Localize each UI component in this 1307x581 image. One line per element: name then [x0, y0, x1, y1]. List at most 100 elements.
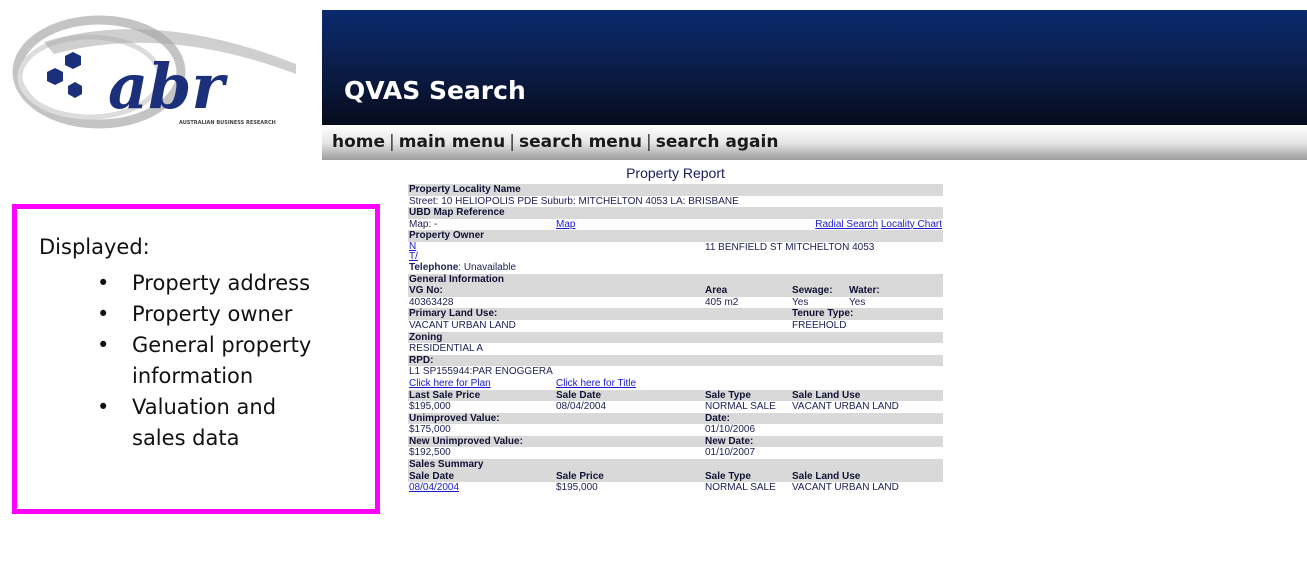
radial-search-link[interactable]: Radial Search: [815, 219, 878, 230]
summary-sale-land-use-value: VACANT URBAN LAND: [792, 482, 899, 494]
bullet-icon: •: [97, 333, 110, 357]
unimproved-date-value: 01/10/2006: [705, 424, 756, 436]
zoning-value: RESIDENTIAL A: [409, 343, 484, 355]
date-label: Date:: [704, 412, 943, 425]
unimproved-labels-row: Unimproved Value: Date:: [408, 412, 943, 425]
nav-main-menu-link[interactable]: main menu: [399, 132, 505, 152]
map-row: Map: - Map Radial Search Locality Chart: [408, 219, 943, 231]
zoning-row: RESIDENTIAL A: [408, 343, 943, 355]
callout-item-text: sales data: [132, 426, 240, 450]
nav-separator: |: [509, 132, 515, 152]
new-unimproved-label: New Unimproved Value:: [408, 435, 704, 448]
map-value: Map: -: [409, 218, 438, 230]
new-unimproved-value: $192,500: [409, 447, 451, 459]
sale-values-row: $195,000 08/04/2004 NORMAL SALE VACANT U…: [408, 401, 943, 413]
general-values-row: 40363428 405 m2 Yes Yes: [408, 297, 943, 309]
unimproved-values-row: $175,000 01/10/2006: [408, 424, 943, 436]
sewage-label: Sewage:: [791, 285, 848, 297]
sales-summary-header: Sales Summary: [408, 459, 943, 471]
rpd-row: L1 SP155944:PAR ENOGGERA: [408, 366, 943, 378]
unimproved-label: Unimproved Value:: [408, 412, 704, 425]
telephone-row: Telephone: Unavailable: [408, 262, 943, 274]
sale-date-label: Sale Date: [555, 389, 704, 402]
bullet-icon: •: [97, 395, 110, 419]
locality-row: Street: 10 HELIOPOLIS PDE Suburb: MITCHE…: [408, 196, 943, 208]
last-sale-price-label: Last Sale Price: [408, 389, 555, 402]
vg-no-label: VG No:: [408, 285, 704, 297]
nav-home-link[interactable]: home: [332, 132, 385, 152]
callout-item-continuation: information: [37, 361, 311, 392]
section-header: Sales Summary: [408, 459, 943, 471]
sale-land-use-label: Sale Land Use: [791, 389, 943, 402]
section-header: Property Owner: [408, 230, 943, 242]
owner-header: Property Owner: [408, 230, 943, 242]
annotation-callout: Displayed: • Property address • Property o…: [12, 204, 380, 514]
sale-type-value: NORMAL SALE: [705, 401, 776, 413]
owner-address: 11 BENFIELD ST MITCHELTON 4053: [705, 241, 875, 253]
owner-row: N T/ 11 BENFIELD ST MITCHELTON 4053: [408, 241, 943, 262]
title-link[interactable]: Click here for Title: [556, 378, 636, 389]
abr-logo: abr AUSTRALIAN BUSINESS RESEARCH: [12, 15, 296, 129]
callout-item-text: Valuation and: [132, 395, 277, 419]
page-title: QVAS Search: [344, 76, 526, 105]
nav-search-again-link[interactable]: search again: [656, 132, 779, 152]
logo-subtext: AUSTRALIAN BUSINESS RESEARCH: [179, 120, 276, 126]
area-value: 405 m2: [705, 296, 739, 308]
plan-link[interactable]: Click here for Plan: [409, 378, 491, 389]
last-sale-price-value: $195,000: [409, 401, 451, 413]
summary-sale-type-value: NORMAL SALE: [705, 482, 776, 494]
rpd-label: RPD:: [408, 354, 943, 367]
summary-sale-date-link[interactable]: 08/04/2004: [409, 482, 459, 493]
report-title: Property Report: [626, 165, 725, 181]
nav-bar: home | main menu | search menu | search again: [322, 125, 1307, 160]
new-unimproved-labels-row: New Unimproved Value: New Date:: [408, 435, 943, 448]
sale-land-use-value: VACANT URBAN LAND: [792, 401, 899, 413]
bullet-icon: •: [97, 302, 110, 326]
sale-labels-row: Last Sale Price Sale Date Sale Type Sale…: [408, 389, 943, 402]
unimproved-value: $175,000: [409, 424, 451, 436]
section-header: RPD:: [408, 354, 943, 367]
telephone-label: Telephone: [409, 261, 459, 273]
callout-item-text: General property: [132, 333, 312, 357]
locality-chart-link[interactable]: Locality Chart: [881, 219, 942, 230]
zoning-label: Zoning: [408, 331, 943, 344]
water-label: Water:: [848, 285, 943, 297]
new-unimproved-values-row: $192,500 01/10/2007: [408, 447, 943, 459]
callout-item-text: Property owner: [132, 302, 293, 326]
summary-sale-date-label: Sale Date: [408, 470, 555, 483]
nav-separator: |: [646, 132, 652, 152]
section-header: UBD Map Reference: [408, 207, 943, 219]
summary-sale-price-label: Sale Price: [555, 470, 704, 483]
callout-item: • Property address: [37, 268, 311, 299]
land-use-labels-row: Primary Land Use: Tenure Type:: [408, 308, 943, 320]
area-label: Area: [704, 285, 791, 297]
nav-search-menu-link[interactable]: search menu: [519, 132, 642, 152]
bullet-icon: •: [97, 271, 110, 295]
general-header: General Information: [408, 273, 943, 286]
locality-value: Street: 10 HELIOPOLIS PDE Suburb: MITCHE…: [409, 195, 739, 207]
map-link[interactable]: Map: [556, 219, 575, 230]
new-date-value: 01/10/2007: [705, 447, 756, 459]
general-labels-row: VG No: Area Sewage: Water:: [408, 285, 943, 297]
locality-header: Property Locality Name: [408, 184, 943, 196]
callout-item: • Property owner: [37, 299, 311, 330]
land-use-label: Primary Land Use:: [408, 308, 791, 320]
owner-ta-link[interactable]: T/: [409, 251, 418, 262]
callout-item-text: Property address: [132, 271, 311, 295]
callout-item: • Valuation and: [37, 392, 311, 423]
tenure-label: Tenure Type:: [791, 308, 943, 320]
callout-item-text: information: [132, 364, 254, 388]
rpd-value: L1 SP155944:PAR ENOGGERA: [409, 366, 553, 378]
water-value: Yes: [849, 296, 866, 308]
header-banner: QVAS Search: [322, 10, 1307, 125]
vg-no-value: 40363428: [409, 296, 454, 308]
callout-list: • Property address • Property owner • Gener…: [37, 268, 311, 454]
section-header: Property Locality Name: [408, 184, 943, 196]
tenure-value: FREEHOLD: [792, 319, 847, 331]
telephone-value: : Unavailable: [458, 261, 517, 273]
callout-item-continuation: sales data: [37, 423, 311, 454]
summary-sale-land-use-label: Sale Land Use: [791, 470, 943, 483]
land-use-values-row: VACANT URBAN LAND FREEHOLD: [408, 320, 943, 332]
section-header: General Information: [408, 273, 943, 286]
nav-separator: |: [389, 132, 395, 152]
